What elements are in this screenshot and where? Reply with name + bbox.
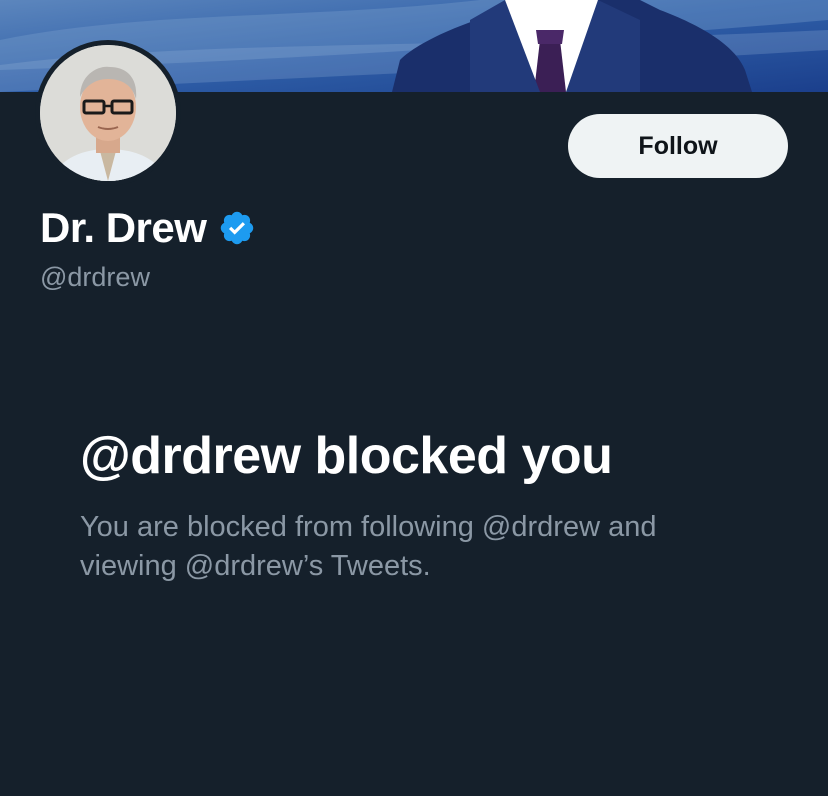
avatar[interactable] xyxy=(40,45,176,181)
avatar-image xyxy=(40,45,176,181)
display-name: Dr. Drew xyxy=(40,204,207,251)
profile-handle: @drdrew xyxy=(40,262,150,292)
follow-button[interactable]: Follow xyxy=(568,114,788,178)
profile-name-row: Dr. Drew xyxy=(40,200,256,256)
verified-badge-icon xyxy=(218,209,256,247)
avatar-frame[interactable] xyxy=(35,40,181,186)
blocked-message: You are blocked from following @drdrew a… xyxy=(80,511,657,582)
blocked-title: @drdrew blocked you xyxy=(80,427,613,485)
profile-page: Follow Dr. Drew @drdrew @drdrew blocked … xyxy=(0,0,828,796)
